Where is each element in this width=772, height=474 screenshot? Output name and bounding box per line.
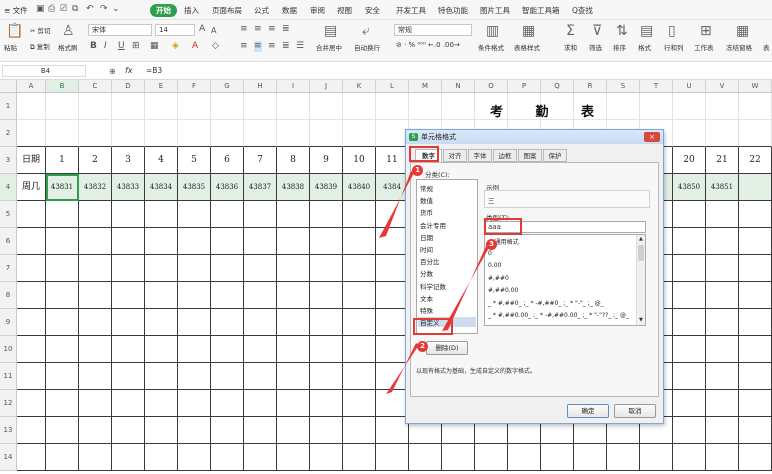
annotation-arrows <box>379 171 490 394</box>
arrow-to-type-input <box>442 244 490 331</box>
arrow-to-number-tab <box>379 171 414 238</box>
arrow-to-custom-category <box>386 343 419 394</box>
